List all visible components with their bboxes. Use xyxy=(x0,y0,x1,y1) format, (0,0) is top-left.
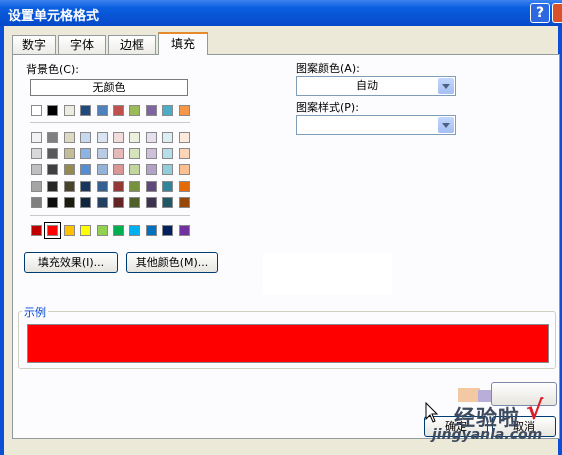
theme-shade-swatch[interactable] xyxy=(113,196,124,208)
standard-color-swatch[interactable] xyxy=(162,225,173,236)
theme-shade-swatch[interactable] xyxy=(113,180,124,192)
blank-overlay xyxy=(263,253,392,295)
theme-shade-swatch[interactable] xyxy=(80,132,91,143)
theme-color-swatch[interactable] xyxy=(146,105,157,116)
theme-shade-swatch[interactable] xyxy=(31,164,42,176)
standard-color-swatch[interactable] xyxy=(179,225,190,236)
theme-shade-swatch[interactable] xyxy=(47,132,58,143)
standard-color-swatch[interactable] xyxy=(146,225,157,236)
title-bar: 设置单元格格式 ? xyxy=(0,0,562,26)
theme-shade-swatch[interactable] xyxy=(162,196,173,208)
theme-shade-swatch[interactable] xyxy=(162,132,173,143)
theme-shade-swatch[interactable] xyxy=(162,164,173,176)
sample-preview xyxy=(27,324,549,363)
pattern-color-label: 图案颜色(A): xyxy=(296,62,360,75)
chevron-down-icon[interactable] xyxy=(438,117,454,133)
palette-separator-bottom xyxy=(30,215,190,216)
theme-shade-swatch[interactable] xyxy=(129,180,140,192)
theme-shade-swatch[interactable] xyxy=(64,180,75,192)
theme-shade-swatch[interactable] xyxy=(179,148,190,160)
theme-shade-swatch[interactable] xyxy=(64,132,75,143)
theme-shade-swatch[interactable] xyxy=(146,148,157,160)
theme-shade-swatch[interactable] xyxy=(97,132,108,143)
theme-color-swatch[interactable] xyxy=(31,105,42,116)
more-colors-button[interactable]: 其他颜色(M)... xyxy=(126,252,218,273)
help-button[interactable]: ? xyxy=(530,3,550,23)
watermark-url: jingyanla.com xyxy=(432,427,543,443)
theme-shade-swatch[interactable] xyxy=(146,132,157,143)
standard-color-swatch[interactable] xyxy=(44,222,61,239)
theme-shade-swatch[interactable] xyxy=(31,180,42,192)
theme-color-swatch[interactable] xyxy=(47,105,58,116)
theme-shade-swatch[interactable] xyxy=(113,132,124,143)
theme-shade-swatch[interactable] xyxy=(31,196,42,208)
tab-border[interactable]: 边框 xyxy=(108,35,156,54)
standard-color-swatch[interactable] xyxy=(31,225,42,236)
theme-shade-swatch[interactable] xyxy=(113,148,124,160)
theme-shade-swatch[interactable] xyxy=(64,148,75,160)
theme-color-swatch[interactable] xyxy=(179,105,190,116)
tab-font[interactable]: 字体 xyxy=(58,35,106,54)
standard-color-swatch[interactable] xyxy=(80,225,91,236)
theme-shade-swatch[interactable] xyxy=(129,132,140,143)
standard-color-swatch[interactable] xyxy=(113,225,124,236)
theme-color-swatch[interactable] xyxy=(97,105,108,116)
theme-shade-swatch[interactable] xyxy=(47,180,58,192)
theme-shade-swatch[interactable] xyxy=(129,196,140,208)
theme-shade-swatch[interactable] xyxy=(64,164,75,176)
chevron-down-icon[interactable] xyxy=(438,78,454,94)
theme-shade-swatch[interactable] xyxy=(31,148,42,160)
pattern-color-value: 自动 xyxy=(356,79,378,92)
theme-shade-swatch[interactable] xyxy=(146,196,157,208)
theme-shade-swatch[interactable] xyxy=(129,164,140,176)
theme-color-swatch[interactable] xyxy=(64,105,75,116)
theme-shade-swatch[interactable] xyxy=(64,196,75,208)
theme-color-swatch[interactable] xyxy=(129,105,140,116)
fill-panel xyxy=(12,54,560,439)
theme-shade-swatch[interactable] xyxy=(31,132,42,143)
close-button[interactable] xyxy=(552,3,562,23)
theme-shade-swatch[interactable] xyxy=(162,148,173,160)
theme-shade-swatch[interactable] xyxy=(97,196,108,208)
theme-shade-swatch[interactable] xyxy=(179,132,190,143)
palette-separator-top xyxy=(30,122,190,123)
theme-color-swatch[interactable] xyxy=(80,105,91,116)
tab-number[interactable]: 数字 xyxy=(12,35,56,54)
window-frame-left xyxy=(0,26,4,455)
standard-color-swatch[interactable] xyxy=(129,225,140,236)
theme-shade-swatch[interactable] xyxy=(129,148,140,160)
window-title: 设置单元格格式 xyxy=(8,9,100,24)
background-color-label: 背景色(C): xyxy=(26,63,79,76)
theme-shade-swatch[interactable] xyxy=(97,180,108,192)
standard-color-swatch[interactable] xyxy=(64,225,75,236)
pattern-color-dropdown[interactable]: 自动 xyxy=(296,76,456,96)
theme-shade-swatch[interactable] xyxy=(80,180,91,192)
theme-shade-swatch[interactable] xyxy=(162,180,173,192)
theme-shade-swatch[interactable] xyxy=(97,148,108,160)
theme-shade-swatch[interactable] xyxy=(80,196,91,208)
theme-shade-swatch[interactable] xyxy=(146,164,157,176)
theme-color-swatch[interactable] xyxy=(113,105,124,116)
theme-shade-swatch[interactable] xyxy=(179,164,190,176)
theme-shade-swatch[interactable] xyxy=(113,164,124,176)
pattern-style-dropdown[interactable] xyxy=(296,115,456,135)
theme-shade-swatch[interactable] xyxy=(146,180,157,192)
theme-shade-swatch[interactable] xyxy=(47,148,58,160)
tab-fill[interactable]: 填充 xyxy=(158,32,208,55)
theme-color-swatch[interactable] xyxy=(162,105,173,116)
sample-label: 示例 xyxy=(22,304,48,320)
theme-shade-swatch[interactable] xyxy=(179,196,190,208)
theme-shade-swatch[interactable] xyxy=(179,180,190,192)
no-color-button[interactable]: 无颜色 xyxy=(30,79,188,96)
watermark: 经验啦 √ jingyanla.com xyxy=(426,396,556,448)
checkmark-icon: √ xyxy=(526,396,544,426)
standard-color-swatch[interactable] xyxy=(97,225,108,236)
theme-shade-swatch[interactable] xyxy=(97,164,108,176)
theme-shade-swatch[interactable] xyxy=(80,148,91,160)
theme-shade-swatch[interactable] xyxy=(47,164,58,176)
theme-shade-swatch[interactable] xyxy=(80,164,91,176)
theme-shade-swatch[interactable] xyxy=(47,196,58,208)
fill-effects-button[interactable]: 填充效果(I)... xyxy=(24,252,118,273)
pattern-style-label: 图案样式(P): xyxy=(296,101,359,114)
